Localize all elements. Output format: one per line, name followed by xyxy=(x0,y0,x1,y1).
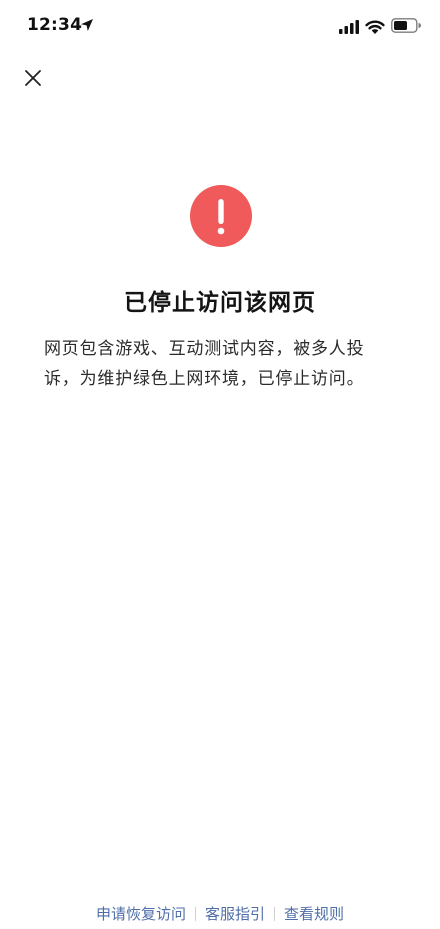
request-restore-access-link[interactable]: 申请恢复访问 xyxy=(96,903,186,924)
status-bar: 12:34 xyxy=(0,0,440,52)
customer-service-guide-link[interactable]: 客服指引 xyxy=(205,903,265,924)
footer-links: 申请恢复访问 客服指引 查看规则 xyxy=(0,903,440,925)
close-button[interactable] xyxy=(18,63,48,93)
cellular-signal-icon xyxy=(339,20,359,34)
footer-divider xyxy=(274,906,275,921)
view-rules-link[interactable]: 查看规则 xyxy=(284,903,344,924)
location-arrow-icon xyxy=(81,19,93,31)
wifi-icon xyxy=(365,20,385,34)
blocked-message: 网页包含游戏、互动测试内容，被多人投诉，为维护绿色上网环境，已停止访问。 xyxy=(44,339,365,389)
exclamation-icon xyxy=(190,185,252,247)
page-title: 已停止访问该网页 xyxy=(124,290,316,316)
battery-icon xyxy=(391,18,421,33)
close-icon xyxy=(25,70,41,86)
footer-divider xyxy=(194,906,196,921)
status-time: 12:34 xyxy=(27,15,83,35)
